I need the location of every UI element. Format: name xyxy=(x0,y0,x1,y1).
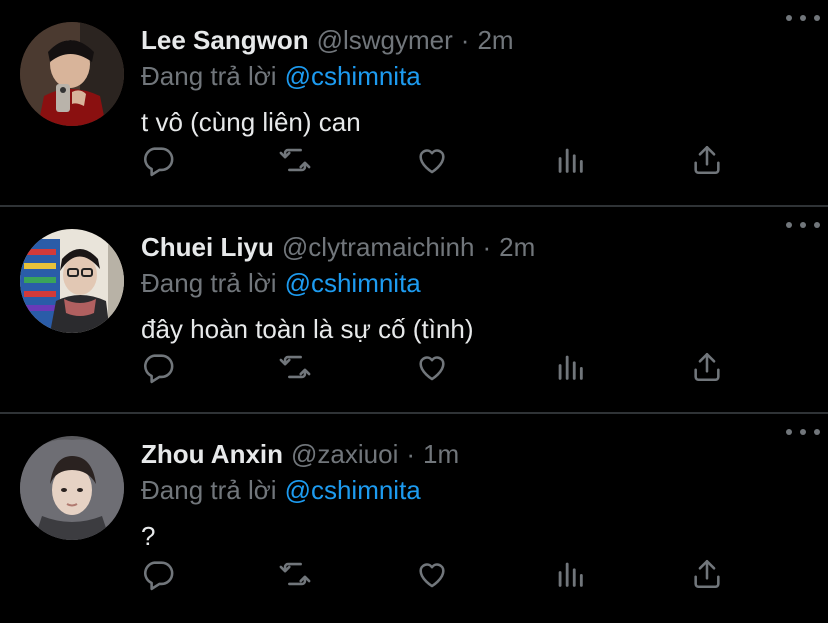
reply-icon xyxy=(144,147,174,177)
display-name[interactable]: Chuei Liyu xyxy=(141,229,274,265)
tweet-header: Chuei Liyu @clytramaichinh · 2m xyxy=(141,229,808,265)
reply-button[interactable] xyxy=(138,347,178,387)
like-button[interactable] xyxy=(412,554,452,594)
stats-button[interactable] xyxy=(550,554,590,594)
more-icon[interactable] xyxy=(786,215,820,235)
replying-to: Đang trả lời @cshimnita xyxy=(141,58,808,94)
replying-to-label: Đang trả lời xyxy=(141,61,277,91)
replying-to: Đang trả lời @cshimnita xyxy=(141,472,808,508)
share-button[interactable] xyxy=(687,554,727,594)
user-handle[interactable]: @lswgymer xyxy=(317,22,453,58)
separator-dot: · xyxy=(482,232,492,262)
avatar[interactable] xyxy=(20,436,124,540)
separator-dot: · xyxy=(406,439,416,469)
share-button[interactable] xyxy=(687,347,727,387)
retweet-button[interactable] xyxy=(275,347,315,387)
stats-button[interactable] xyxy=(550,140,590,180)
tweet-item[interactable]: Zhou Anxin @zaxiuoi · 1m Đang trả lời @cs… xyxy=(0,414,828,621)
stats-icon xyxy=(558,562,583,587)
share-button[interactable] xyxy=(687,140,727,180)
timestamp[interactable]: 1m xyxy=(423,436,459,472)
like-button[interactable] xyxy=(412,347,452,387)
display-name[interactable]: Zhou Anxin xyxy=(141,436,283,472)
reply-icon xyxy=(144,561,174,591)
share-icon xyxy=(694,559,720,589)
more-icon[interactable] xyxy=(786,8,820,28)
retweet-icon xyxy=(279,562,311,586)
avatar[interactable] xyxy=(20,22,124,126)
stats-button[interactable] xyxy=(550,347,590,387)
replying-to: Đang trả lời @cshimnita xyxy=(141,265,808,301)
more-icon[interactable] xyxy=(786,422,820,442)
replying-to-label: Đang trả lời xyxy=(141,268,277,298)
like-icon xyxy=(419,563,445,588)
reply-button[interactable] xyxy=(138,554,178,594)
share-icon xyxy=(694,145,720,175)
like-button[interactable] xyxy=(412,140,452,180)
mention-link[interactable]: @cshimnita xyxy=(285,61,421,91)
retweet-icon xyxy=(279,355,311,379)
tweet-item[interactable]: Lee Sangwon @lswgymer · 2m Đang trả lời @… xyxy=(0,0,828,207)
stats-icon xyxy=(558,355,583,380)
like-icon xyxy=(419,149,445,174)
user-handle[interactable]: @zaxiuoi xyxy=(291,436,398,472)
mention-link[interactable]: @cshimnita xyxy=(285,268,421,298)
reply-icon xyxy=(144,354,174,384)
retweet-button[interactable] xyxy=(275,140,315,180)
timestamp[interactable]: 2m xyxy=(499,229,535,265)
action-bar xyxy=(141,554,731,594)
stats-icon xyxy=(558,148,583,173)
like-icon xyxy=(419,356,445,381)
user-handle[interactable]: @clytramaichinh xyxy=(282,229,475,265)
timestamp[interactable]: 2m xyxy=(477,22,513,58)
tweet-text: t vô (cùng liên) can xyxy=(141,107,361,137)
action-bar xyxy=(141,140,731,180)
retweet-button[interactable] xyxy=(275,554,315,594)
tweet-text: ? xyxy=(141,521,156,551)
action-bar xyxy=(141,347,731,387)
tweet-header: Lee Sangwon @lswgymer · 2m xyxy=(141,22,808,58)
tweet-header: Zhou Anxin @zaxiuoi · 1m xyxy=(141,436,808,472)
mention-link[interactable]: @cshimnita xyxy=(285,475,421,505)
avatar[interactable] xyxy=(20,229,124,333)
tweet-text: đây hoàn toàn là sự cố (tình) xyxy=(141,314,474,344)
replying-to-label: Đang trả lời xyxy=(141,475,277,505)
display-name[interactable]: Lee Sangwon xyxy=(141,22,309,58)
reply-feed: Lee Sangwon @lswgymer · 2m Đang trả lời @… xyxy=(0,0,828,621)
tweet-item[interactable]: Chuei Liyu @clytramaichinh · 2m Đang trả… xyxy=(0,207,828,414)
reply-button[interactable] xyxy=(138,140,178,180)
retweet-icon xyxy=(279,148,311,172)
separator-dot: · xyxy=(460,25,470,55)
share-icon xyxy=(694,352,720,382)
